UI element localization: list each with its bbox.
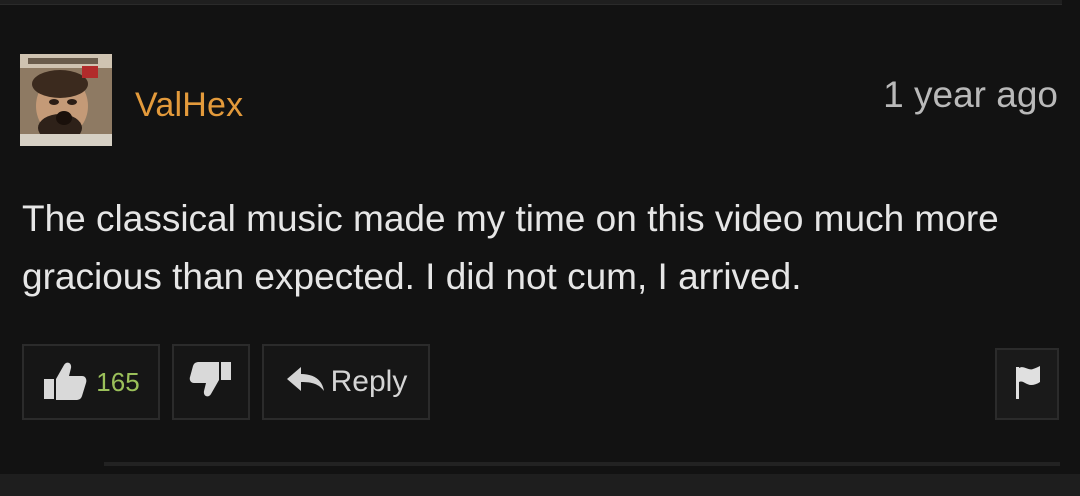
flag-button[interactable] — [995, 348, 1059, 420]
avatar[interactable] — [20, 54, 112, 146]
thumbs-down-icon — [189, 360, 233, 405]
dislike-button[interactable] — [172, 344, 250, 420]
reply-label: Reply — [330, 365, 408, 398]
comment-page: ValHex 1 year ago The classical music ma… — [0, 0, 1080, 496]
bottom-divider — [104, 462, 1060, 466]
avatar-image — [20, 54, 112, 146]
username-link[interactable]: ValHex — [135, 86, 243, 125]
comment-text: The classical music made my time on this… — [22, 198, 999, 297]
like-count: 165 — [96, 366, 140, 397]
flag-icon — [1012, 364, 1042, 405]
top-divider — [0, 0, 1062, 5]
comment-timestamp: 1 year ago — [883, 74, 1058, 115]
thumbs-up-icon — [42, 359, 88, 406]
reply-arrow-icon — [285, 365, 325, 400]
reply-button[interactable]: Reply — [262, 344, 430, 420]
like-button[interactable]: 165 — [22, 344, 160, 420]
footer-strip — [0, 474, 1080, 496]
